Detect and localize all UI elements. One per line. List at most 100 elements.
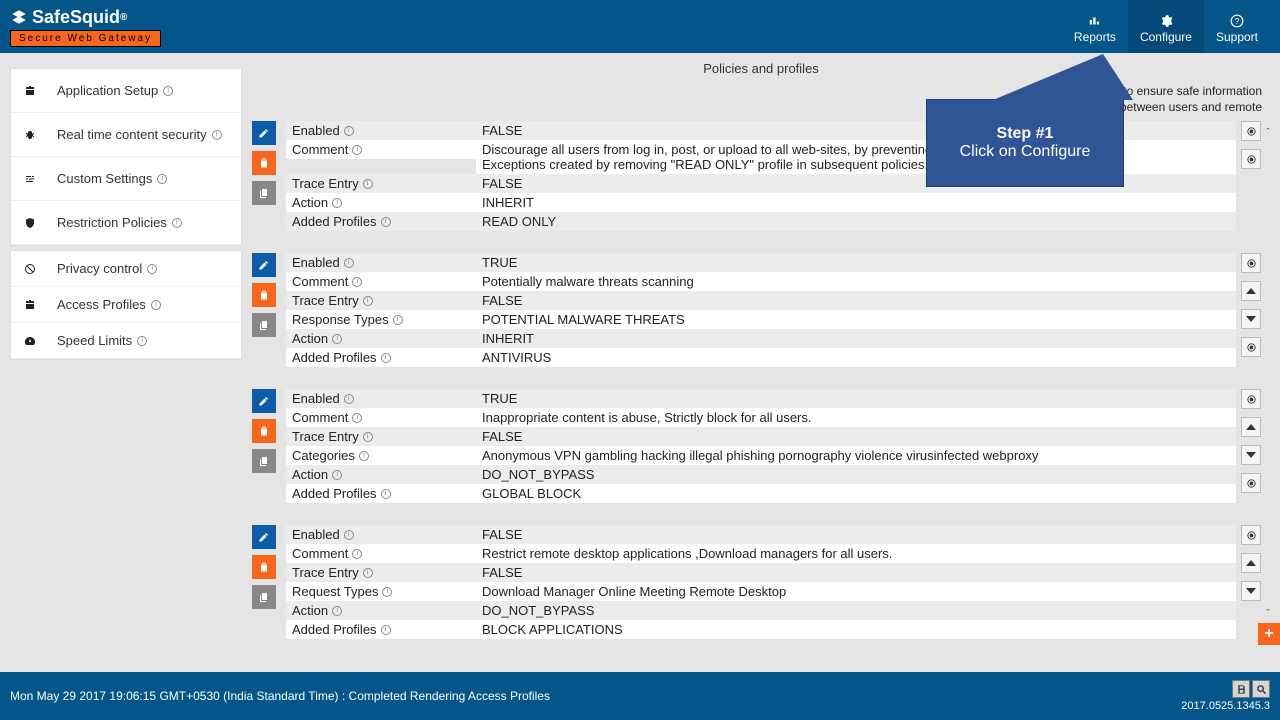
copy-button[interactable] [252,585,276,609]
nav-reports[interactable]: Reports [1062,0,1128,53]
info-icon: i [359,451,369,461]
policy-scroll[interactable]: Enabled iFALSEComment iDiscourage all us… [252,121,1270,666]
policy-row: Added Profiles iREAD ONLY [286,212,1236,231]
field-value: TRUE [476,253,1236,272]
sidebar-panel-2: Privacy control i Access Profiles i Spee… [10,250,242,360]
info-icon: i [381,217,391,227]
field-label: Action i [286,465,476,484]
caret-down-icon [1246,588,1256,594]
field-label: Request Types i [286,582,476,601]
field-label: Comment i [286,140,476,159]
sidebar-item-label: Custom Settings [57,171,152,186]
target-button[interactable] [1241,337,1261,357]
info-icon: i [344,394,354,404]
svg-text:?: ? [1235,16,1240,25]
field-value: FALSE [476,525,1236,544]
search-icon-button[interactable] [1252,680,1270,698]
sidebar-item-custom[interactable]: Custom Settings i [11,157,241,201]
brand-tagline: Secure Web Gateway [10,30,161,47]
policy-row: Response Types iPOTENTIAL MALWARE THREAT… [286,310,1236,329]
target-button[interactable] [1241,389,1261,409]
field-label: Categories i [286,446,476,465]
nav-support[interactable]: ? Support [1204,0,1270,53]
caret-up-icon [1246,560,1256,566]
target-button[interactable] [1241,525,1261,545]
policy-block: Enabled iFALSEComment iRestrict remote d… [252,525,1266,639]
delete-button[interactable] [252,151,276,175]
status-text: Mon May 29 2017 19:06:15 GMT+0530 (India… [10,689,550,703]
info-icon: i [332,606,342,616]
sidebar-item-app-setup[interactable]: Application Setup i [11,69,241,113]
sliders-icon [23,173,37,185]
info-icon: i [363,432,373,442]
sidebar-item-privacy[interactable]: Privacy control i [11,251,241,287]
info-icon: i [157,174,167,184]
field-value: BLOCK APPLICATIONS [476,620,1236,639]
save-icon-button[interactable] [1232,680,1250,698]
info-icon: i [332,470,342,480]
move-down-button[interactable] [1241,445,1261,465]
policy-actions [252,121,280,231]
move-up-button[interactable] [1241,281,1261,301]
policy-table: Enabled iTRUEComment iPotentially malwar… [286,253,1236,367]
target-button[interactable] [1241,473,1261,493]
delete-button[interactable] [252,419,276,443]
top-bar: SafeSquid® Secure Web Gateway Reports Co… [0,0,1280,53]
field-value: ANTIVIRUS [476,348,1236,367]
delete-button[interactable] [252,283,276,307]
callout-title: Step #1 [997,125,1054,143]
policy-row: Enabled iTRUE [286,253,1236,272]
support-icon: ? [1229,14,1245,28]
target-button[interactable] [1241,121,1261,141]
status-bar: Mon May 29 2017 19:06:15 GMT+0530 (India… [0,672,1280,720]
info-icon: i [363,568,373,578]
info-icon: i [393,315,403,325]
sidebar-item-speed[interactable]: Speed Limits i [11,323,241,359]
sidebar-item-access[interactable]: Access Profiles i [11,287,241,323]
policy-row: Enabled iTRUE [286,389,1236,408]
target-icon [1246,154,1257,165]
move-down-button[interactable] [1241,309,1261,329]
tutorial-callout: Step #1 Click on Configure [926,99,1124,187]
field-label: Response Types i [286,310,476,329]
move-down-button[interactable] [1241,581,1261,601]
field-label: Action i [286,193,476,212]
move-up-button[interactable] [1241,417,1261,437]
edit-button[interactable] [252,389,276,413]
edit-button[interactable] [252,253,276,277]
ban-icon [23,263,37,275]
edit-button[interactable] [252,121,276,145]
add-policy-button[interactable]: + [1258,623,1280,645]
move-up-button[interactable] [1241,553,1261,573]
sidebar: Application Setup i Real time content se… [0,53,252,673]
sidebar-item-label: Restriction Policies [57,215,167,230]
sidebar-item-restrict[interactable]: Restriction Policies i [11,201,241,245]
target-button[interactable] [1241,149,1261,169]
info-icon: i [332,198,342,208]
nav-configure[interactable]: Configure [1128,0,1204,53]
target-button[interactable] [1241,253,1261,273]
field-value: INHERIT [476,193,1236,212]
edit-button[interactable] [252,525,276,549]
policy-row: Categories iAnonymous VPN gambling hacki… [286,446,1236,465]
reports-icon [1087,14,1103,28]
copy-button[interactable] [252,313,276,337]
copy-button[interactable] [252,449,276,473]
sidebar-item-label: Real time content security [57,127,207,142]
info-icon: i [172,218,182,228]
delete-button[interactable] [252,555,276,579]
info-icon: i [381,353,391,363]
main-content: Policies and profiles Setup controls to … [252,53,1280,673]
field-label: Trace Entry i [286,174,476,193]
policy-row: Comment iRestrict remote desktop applica… [286,544,1236,563]
policy-row: Action iDO_NOT_BYPASS [286,465,1236,484]
field-label: Enabled i [286,121,476,140]
nav-configure-label: Configure [1140,30,1192,44]
info-icon: i [151,300,161,310]
field-value: Restrict remote desktop applications ,Do… [476,544,1236,563]
field-value: INHERIT [476,329,1236,348]
copy-button[interactable] [252,181,276,205]
sidebar-item-realtime[interactable]: Real time content security i [11,113,241,157]
field-label: Action i [286,601,476,620]
field-label: Added Profiles i [286,484,476,503]
